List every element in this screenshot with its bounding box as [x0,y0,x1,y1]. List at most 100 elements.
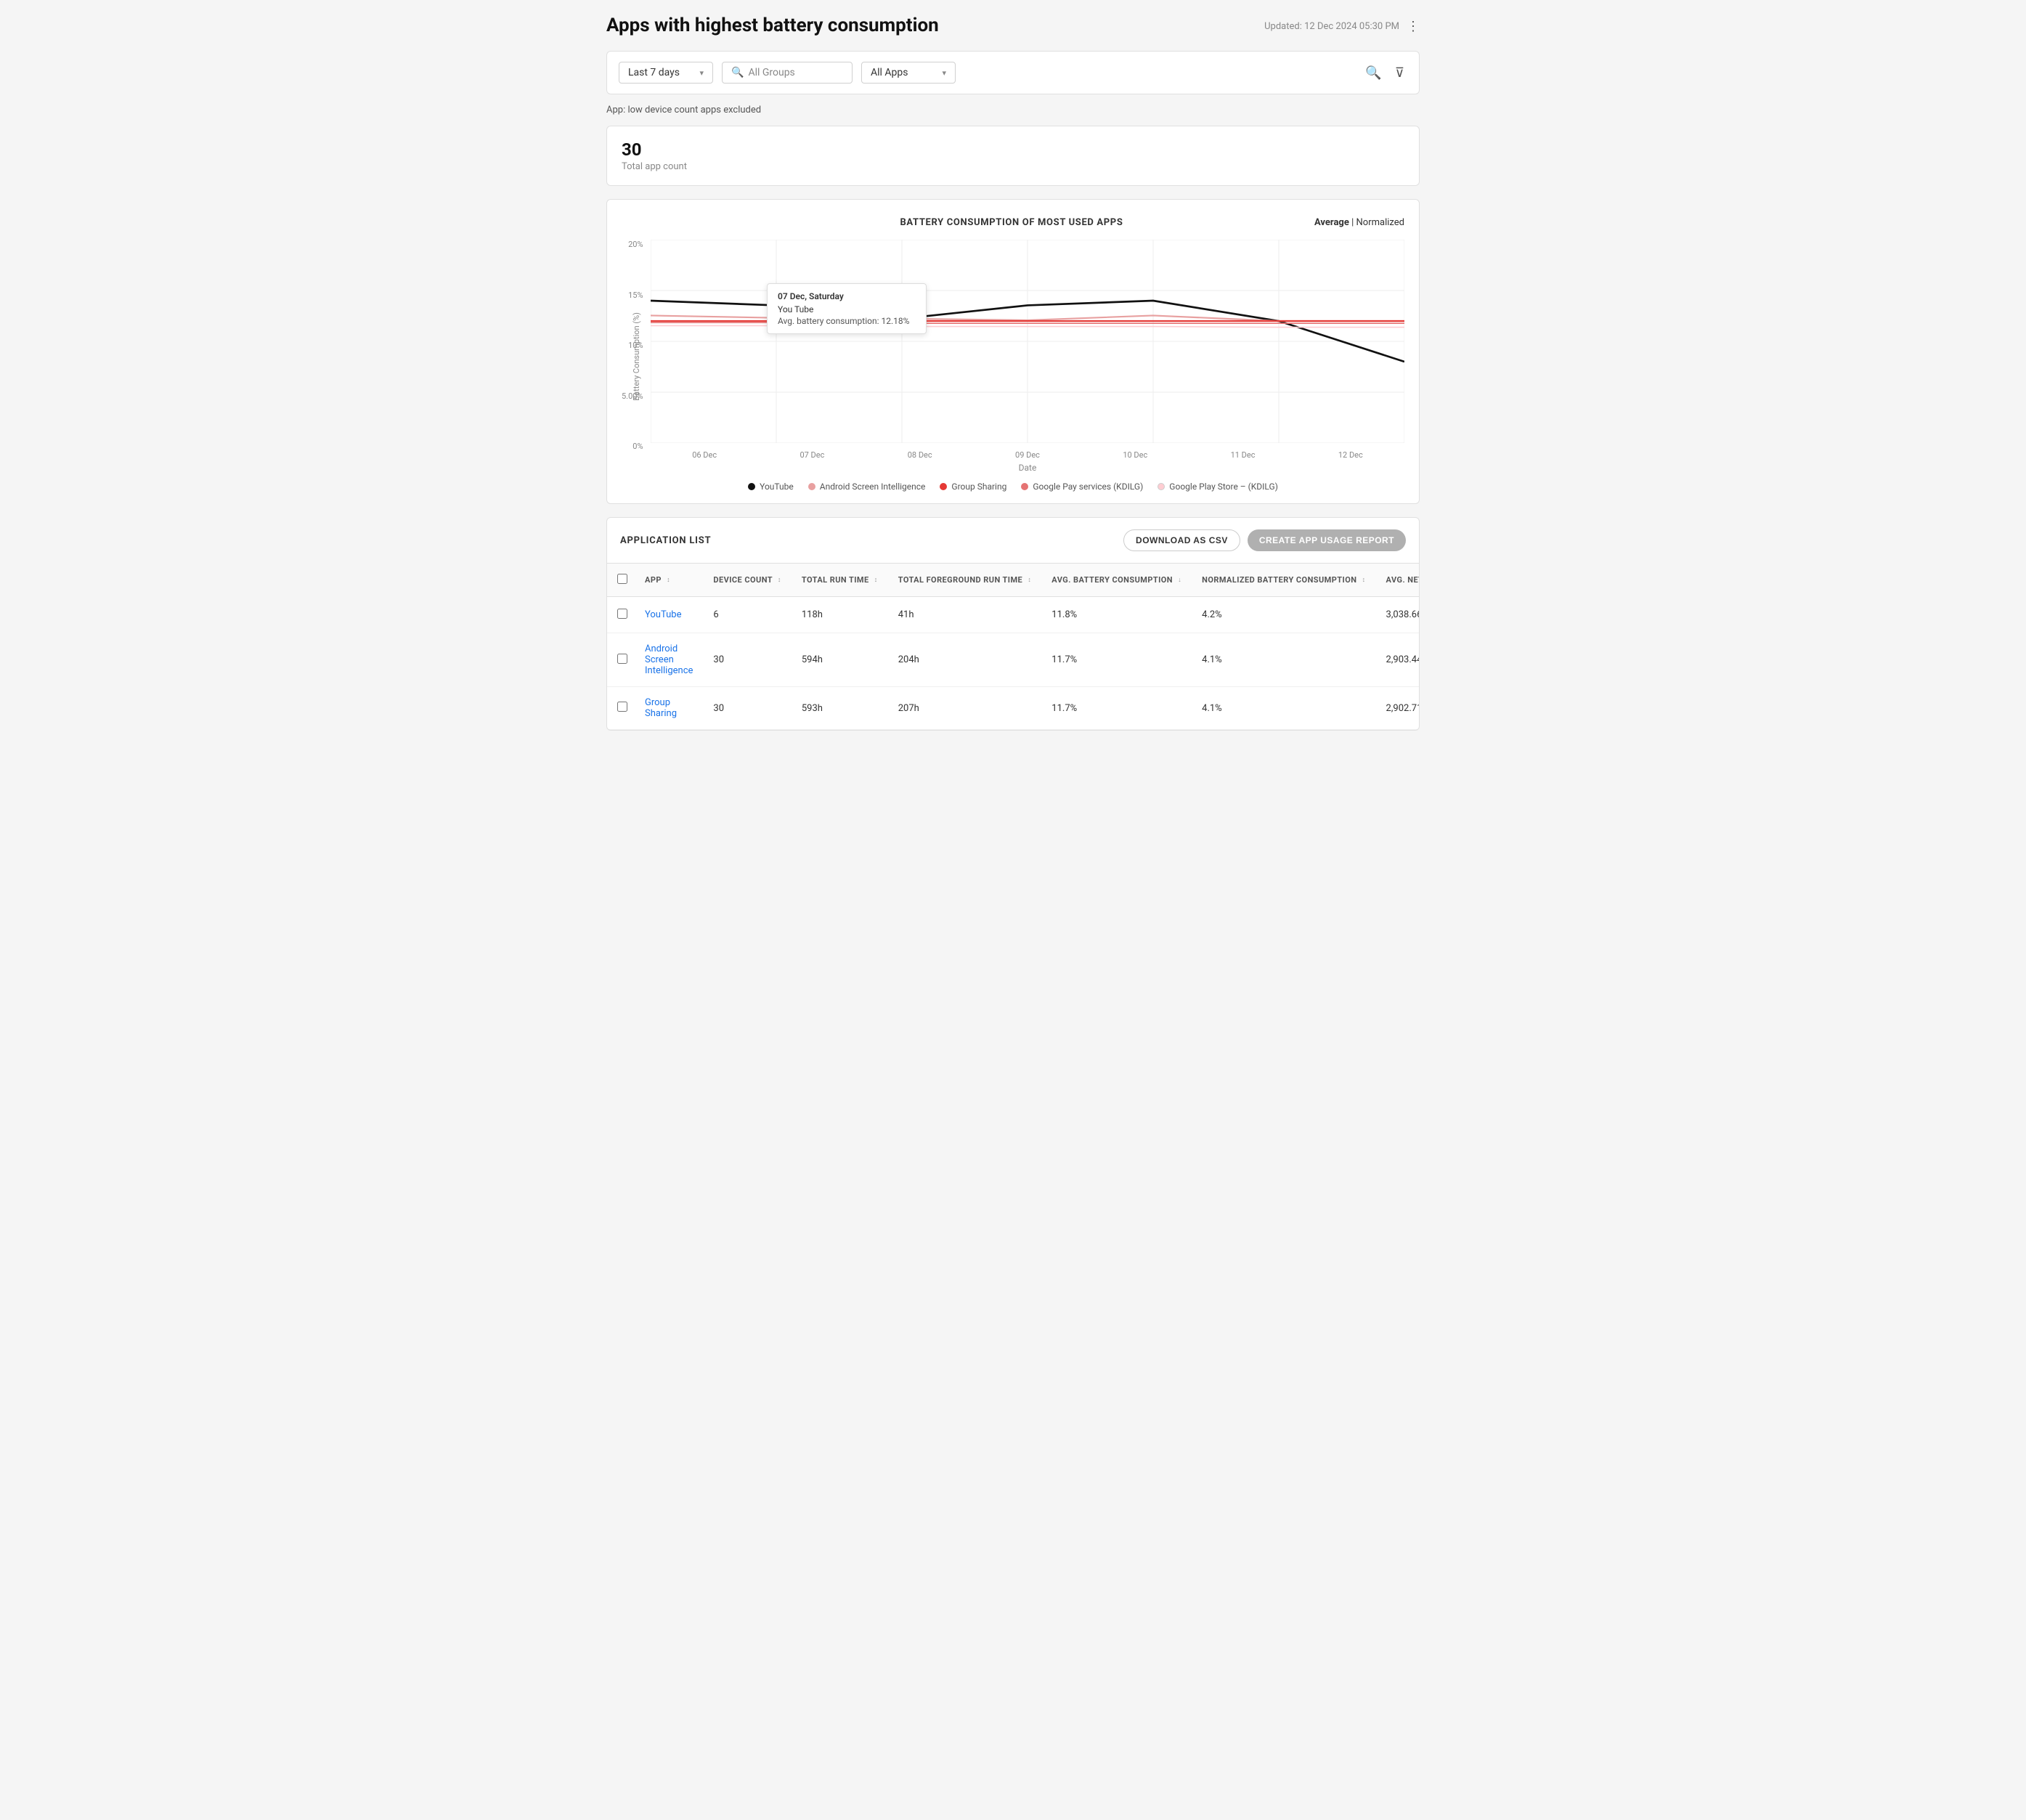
cell-device-count-0: 6 [703,597,791,633]
cell-network-2: 2,902.71MB [1376,687,1419,730]
x-tick-08dec: 08 Dec [866,450,974,460]
app-table-container: APP ↕ DEVICE COUNT ↕ TOTAL RUN TIME ↕ [607,564,1419,730]
legend-dot-google-pay [1021,483,1028,490]
legend-android-screen: Android Screen Intelligence [808,482,926,492]
app-list-card: APPLICATION LIST DOWNLOAD AS CSV CREATE … [606,517,1420,731]
search-icon: 🔍 [731,67,744,78]
cell-network-0: 3,038.66MB [1376,597,1419,633]
app-list-header: APPLICATION LIST DOWNLOAD AS CSV CREATE … [607,518,1419,564]
total-app-count: 30 [622,139,1404,160]
row-checkbox-2[interactable] [617,702,627,712]
tooltip-value: Avg. battery consumption: 12.18% [778,316,916,326]
chart-mode: Average | Normalized [1314,217,1404,228]
groups-filter[interactable]: 🔍 All Groups [722,62,853,84]
row-checkbox-0[interactable] [617,609,627,619]
cell-avg-battery-1: 11.7% [1041,633,1192,687]
cell-avg-battery-0: 11.8% [1041,597,1192,633]
sort-app-icon[interactable]: ↕ [667,577,670,584]
col-foreground-run: TOTAL FOREGROUND RUN TIME ↕ [888,564,1042,597]
col-network: AVG. NETWORK DATA USAGE ↕ [1376,564,1419,597]
time-range-filter[interactable]: Last 7 days ▾ [619,62,713,84]
col-avg-battery: AVG. BATTERY CONSUMPTION ↓ [1041,564,1192,597]
x-tick-10dec: 10 Dec [1081,450,1189,460]
stat-card: 30 Total app count [606,126,1420,186]
legend-dot-android-screen [808,483,815,490]
legend-youtube: YouTube [748,482,794,492]
cell-total-run-1: 594h [792,633,888,687]
note-bar: App: low device count apps excluded [606,103,1420,117]
cell-device-count-1: 30 [703,633,791,687]
table-row: Android Screen Intelligence 30 594h 204h… [607,633,1419,687]
sort-foreground-run-icon[interactable]: ↕ [1028,577,1031,584]
cell-app-2: Group Sharing [635,687,703,730]
x-tick-09dec: 09 Dec [974,450,1081,460]
y-axis-label: Battery Consumption (%) [632,312,641,401]
cell-foreground-0: 41h [888,597,1042,633]
legend-google-pay: Google Pay services (KDILG) [1021,482,1143,492]
cell-total-run-0: 118h [792,597,888,633]
select-all-checkbox[interactable] [617,574,627,584]
filters-bar: Last 7 days ▾ 🔍 All Groups All Apps ▾ 🔍 … [606,51,1420,94]
row-checkbox-cell[interactable] [607,687,635,730]
table-header-row: APP ↕ DEVICE COUNT ↕ TOTAL RUN TIME ↕ [607,564,1419,597]
stat-label: Total app count [622,161,1404,172]
cell-app-1: Android Screen Intelligence [635,633,703,687]
app-link-0[interactable]: YouTube [645,609,682,620]
cell-total-run-2: 593h [792,687,888,730]
chevron-down-icon: ▾ [942,68,946,78]
chart-mode-normalized[interactable]: Normalized [1356,217,1404,228]
col-total-run: TOTAL RUN TIME ↕ [792,564,888,597]
battery-chart-svg [651,240,1404,443]
cell-network-1: 2,903.44MB [1376,633,1419,687]
cell-avg-battery-2: 11.7% [1041,687,1192,730]
tooltip-date: 07 Dec, Saturday [778,291,916,301]
sort-normalized-icon[interactable]: ↕ [1362,577,1366,584]
chart-mode-separator: | [1351,217,1354,228]
chart-x-axis: 06 Dec 07 Dec 08 Dec 09 Dec 10 Dec 11 De… [651,450,1404,460]
updated-timestamp: Updated: 12 Dec 2024 05:30 PM [1264,21,1399,32]
app-list-actions: DOWNLOAD AS CSV CREATE APP USAGE REPORT [1123,529,1406,551]
legend-google-play: Google Play Store – (KDILG) [1158,482,1278,492]
cell-normalized-0: 4.2% [1192,597,1375,633]
sort-avg-battery-icon[interactable]: ↓ [1178,577,1181,584]
chevron-down-icon: ▾ [699,68,704,78]
legend-dot-group-sharing [940,483,947,490]
cell-normalized-1: 4.1% [1192,633,1375,687]
cell-app-0: YouTube [635,597,703,633]
app-list-title: APPLICATION LIST [620,535,711,546]
x-axis-label: Date [651,463,1404,473]
select-all-cell[interactable] [607,564,635,597]
search-button[interactable]: 🔍 [1362,62,1384,84]
legend-dot-google-play [1158,483,1165,490]
legend-group-sharing: Group Sharing [940,482,1006,492]
sort-total-run-icon[interactable]: ↕ [874,577,878,584]
sort-device-count-icon[interactable]: ↕ [778,577,781,584]
chart-card: BATTERY CONSUMPTION OF MOST USED APPS Av… [606,199,1420,504]
create-report-button[interactable]: CREATE APP USAGE REPORT [1248,529,1406,551]
row-checkbox-cell[interactable] [607,633,635,687]
app-link-1[interactable]: Android Screen Intelligence [645,643,693,676]
chart-legend: YouTube Android Screen Intelligence Grou… [622,482,1404,492]
cell-foreground-2: 207h [888,687,1042,730]
app-link-2[interactable]: Group Sharing [645,697,677,719]
more-options-icon[interactable]: ⋮ [1407,19,1420,34]
x-tick-12dec: 12 Dec [1297,450,1404,460]
row-checkbox-1[interactable] [617,654,627,664]
filter-button[interactable]: ⊽ [1392,62,1407,84]
cell-device-count-2: 30 [703,687,791,730]
col-normalized: NORMALIZED BATTERY CONSUMPTION ↕ [1192,564,1375,597]
apps-filter[interactable]: All Apps ▾ [861,62,956,84]
col-device-count: DEVICE COUNT ↕ [703,564,791,597]
page-title: Apps with highest battery consumption [606,15,939,36]
cell-normalized-2: 4.1% [1192,687,1375,730]
chart-tooltip: 07 Dec, Saturday You Tube Avg. battery c… [767,283,927,334]
tooltip-app: You Tube [778,304,916,314]
chart-mode-average[interactable]: Average [1314,217,1349,228]
table-row: YouTube 6 118h 41h 11.8% 4.2% 3,038.66MB… [607,597,1419,633]
legend-dot-youtube [748,483,755,490]
row-checkbox-cell[interactable] [607,597,635,633]
table-row: Group Sharing 30 593h 207h 11.7% 4.1% 2,… [607,687,1419,730]
download-csv-button[interactable]: DOWNLOAD AS CSV [1123,529,1240,551]
x-tick-06dec: 06 Dec [651,450,758,460]
cell-foreground-1: 204h [888,633,1042,687]
